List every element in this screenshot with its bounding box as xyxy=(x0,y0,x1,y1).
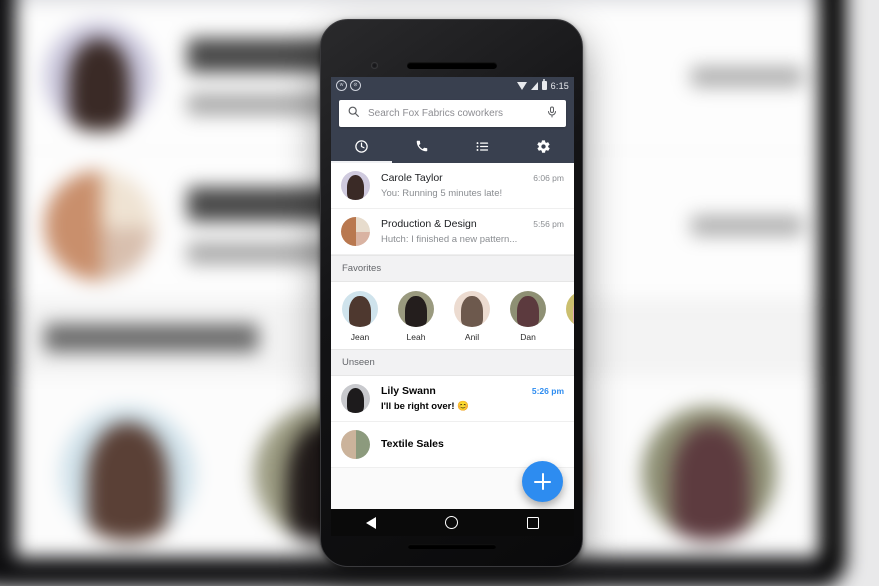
favorite-name: Do xyxy=(566,332,574,342)
wifi-icon xyxy=(516,81,527,90)
background-row-time xyxy=(690,214,804,236)
avatar xyxy=(454,291,490,327)
earpiece-speaker xyxy=(406,62,497,69)
signal-icon xyxy=(530,81,538,90)
avatar xyxy=(566,291,574,327)
conversation-list[interactable]: Carole Taylor You: Running 5 minutes lat… xyxy=(331,163,574,509)
notification-icon: w xyxy=(336,80,347,91)
conversation-snippet: Hutch: I finished a new pattern... xyxy=(381,233,518,245)
background-row-time xyxy=(690,66,804,87)
group-avatar xyxy=(341,217,370,246)
bottom-speaker xyxy=(407,544,496,549)
status-bar: w ⊘ 6:15 xyxy=(331,77,574,94)
conversation-row-lily-swann[interactable]: Lily Swann I'll be right over! 😊 5:26 pm xyxy=(331,376,574,422)
avatar xyxy=(341,171,370,200)
phone-icon xyxy=(415,139,429,158)
avatar xyxy=(341,384,370,413)
background-avatar xyxy=(44,21,155,132)
conversation-time: 5:26 pm xyxy=(531,386,564,396)
favorite-dan[interactable]: Dan xyxy=(510,291,546,342)
status-bar-notifications: w ⊘ xyxy=(336,80,361,91)
background-favorite xyxy=(641,406,777,557)
favorite-name: Anil xyxy=(464,332,480,342)
list-icon xyxy=(475,139,490,159)
conversation-text: Textile Sales xyxy=(381,438,564,451)
phone-screen: w ⊘ 6:15 Search Fox Fabrics coworkers Ca… xyxy=(331,77,574,509)
recents-square-icon[interactable] xyxy=(527,516,540,529)
conversation-snippet: I'll be right over! 😊 xyxy=(381,400,469,412)
conversation-row-carole-taylor[interactable]: Carole Taylor You: Running 5 minutes lat… xyxy=(331,163,574,209)
avatar xyxy=(342,291,378,327)
back-triangle-icon[interactable] xyxy=(365,516,376,529)
search-header: Search Fox Fabrics coworkers xyxy=(331,94,574,134)
conversation-time: 5:56 pm xyxy=(533,219,564,229)
home-circle-icon[interactable] xyxy=(444,516,458,529)
tab-settings[interactable] xyxy=(513,134,574,163)
favorite-jean[interactable]: Jean xyxy=(342,291,378,342)
background-right-bezel xyxy=(819,0,846,568)
status-bar-clock: 6:15 xyxy=(550,80,569,91)
android-nav-bar xyxy=(331,509,574,536)
background-avatar xyxy=(44,170,155,281)
section-header-favorites: Favorites xyxy=(331,255,574,282)
mute-icon: ⊘ xyxy=(350,80,361,91)
group-avatar xyxy=(341,430,370,459)
front-camera-icon xyxy=(371,62,378,69)
conversation-name: Lily Swann xyxy=(381,384,436,397)
conversation-name: Production & Design xyxy=(381,217,477,230)
conversation-name: Carole Taylor xyxy=(381,171,443,184)
tab-bar xyxy=(331,134,574,163)
avatar xyxy=(398,291,434,327)
conversation-text: Production & Design Hutch: I finished a … xyxy=(381,218,527,246)
conversation-name: Textile Sales xyxy=(381,438,444,450)
status-bar-system-icons: 6:15 xyxy=(516,79,569,91)
battery-icon xyxy=(541,79,547,90)
background-favorite xyxy=(60,406,196,557)
favorite-leah[interactable]: Leah xyxy=(398,291,434,342)
favorite-name: Dan xyxy=(520,332,536,342)
favorite-do[interactable]: Do xyxy=(566,291,574,342)
conversation-time: 6:06 pm xyxy=(533,173,564,183)
conversation-row-production-design[interactable]: Production & Design Hutch: I finished a … xyxy=(331,209,574,255)
conversation-snippet: You: Running 5 minutes late! xyxy=(381,187,503,199)
new-conversation-button[interactable] xyxy=(522,461,563,502)
favorite-anil[interactable]: Anil xyxy=(454,291,490,342)
avatar xyxy=(510,291,546,327)
microphone-icon[interactable] xyxy=(546,105,558,123)
section-header-unseen: Unseen xyxy=(331,349,574,376)
tab-recents[interactable] xyxy=(331,134,392,163)
tab-calls[interactable] xyxy=(392,134,453,163)
gear-icon xyxy=(536,139,551,159)
phone-device: w ⊘ 6:15 Search Fox Fabrics coworkers Ca… xyxy=(320,19,583,567)
search-icon xyxy=(347,105,360,123)
favorite-name: Jean xyxy=(350,332,370,342)
conversation-text: Carole Taylor You: Running 5 minutes lat… xyxy=(381,172,527,200)
favorites-row[interactable]: Jean Leah Anil Dan Do xyxy=(331,282,574,349)
favorite-name: Leah xyxy=(406,332,426,342)
search-bar[interactable]: Search Fox Fabrics coworkers xyxy=(339,100,566,127)
tab-contacts[interactable] xyxy=(453,134,514,163)
search-input[interactable]: Search Fox Fabrics coworkers xyxy=(368,108,546,119)
clock-icon xyxy=(354,139,369,159)
conversation-text: Lily Swann I'll be right over! 😊 xyxy=(381,385,526,413)
